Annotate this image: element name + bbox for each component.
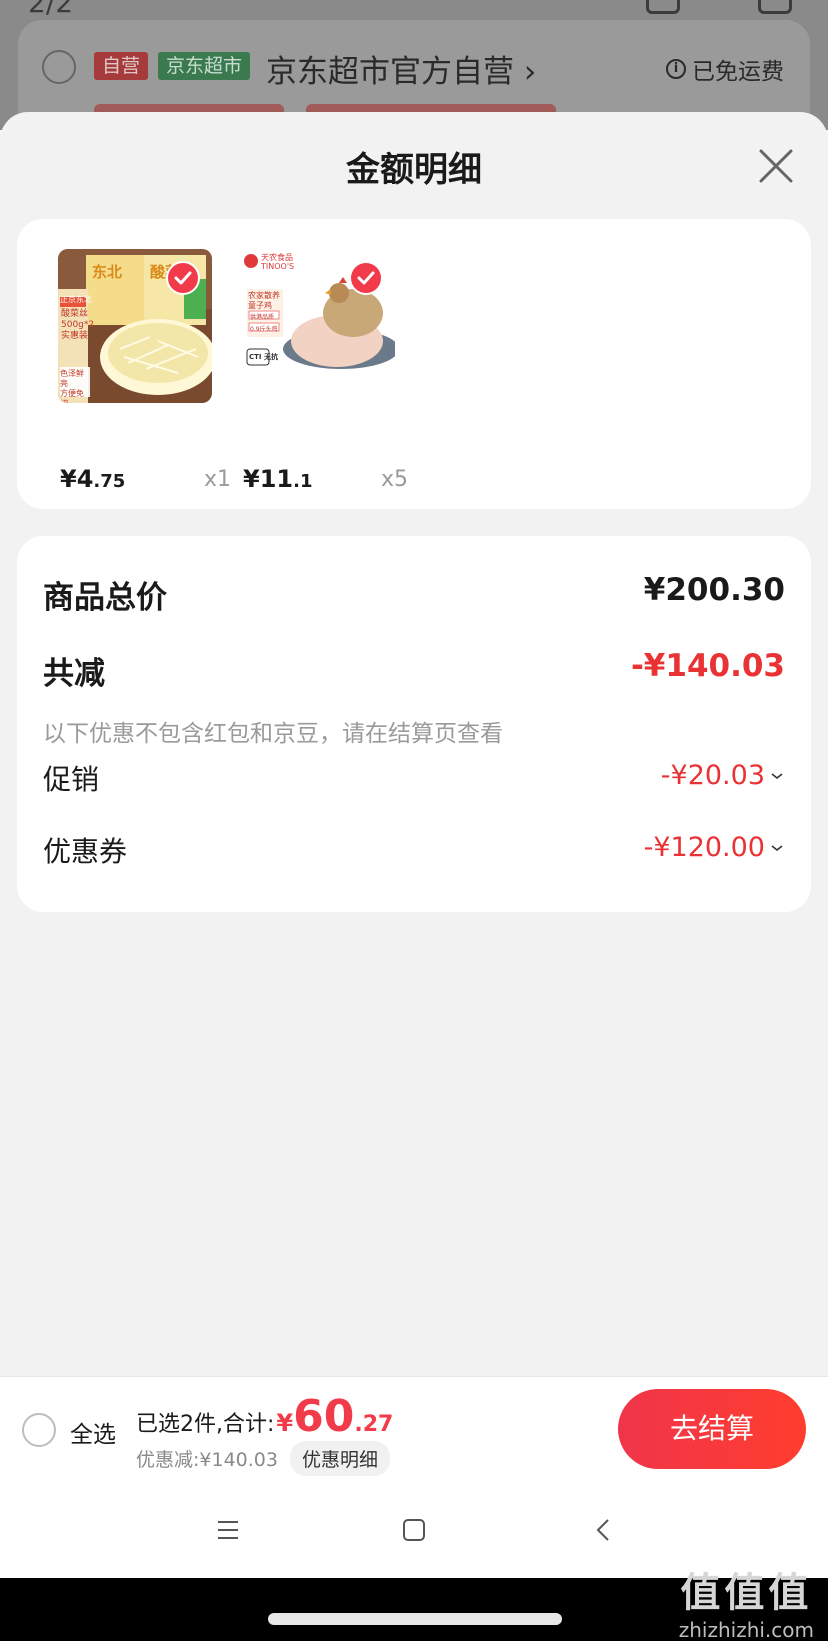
product-item[interactable]: 正京东北 酸菜丝 500g*2 实惠装 东北 酸菜 色泽鲜亮 方便免切 (58, 249, 231, 493)
close-icon[interactable] (758, 148, 794, 184)
selected-count-text: 已选2件,合计: (136, 1412, 275, 1437)
checkout-button[interactable]: 去结算 (618, 1389, 806, 1469)
select-all-radio[interactable] (22, 1413, 56, 1447)
store-tag: 京东超市 (158, 52, 251, 80)
sheet-title: 金额明细 (346, 150, 482, 190)
checkout-bar: 全选 已选2件,合计: ¥ 60 .27 优惠减:¥140.03 优惠明细 去结… (0, 1376, 828, 1482)
chevron-down-icon (771, 844, 783, 851)
shipping-status: i 已免运费 (666, 52, 784, 86)
product-image-sauerkraut: 正京东北 酸菜丝 500g*2 实惠装 东北 酸菜 色泽鲜亮 方便免切 (58, 249, 212, 403)
price-summary-card: 商品总价 ¥200.30 共减 -¥140.03 以下优惠不包含红包和京豆，请在… (17, 536, 811, 912)
info-icon: i (666, 59, 686, 79)
check-icon[interactable] (166, 261, 200, 295)
store-select-radio (42, 50, 76, 84)
product-price: ¥4.75 (60, 465, 126, 493)
product-quantity: x1 (204, 467, 232, 492)
discount-amount: 优惠减:¥140.03 (136, 1449, 278, 1471)
coupon-value: -¥120.00 (643, 832, 765, 863)
total-integer: 60 (293, 1391, 355, 1442)
total-decimal: .27 (354, 1412, 394, 1437)
select-all-label[interactable]: 全选 (70, 1415, 116, 1449)
total-reduction-value: -¥140.03 (630, 648, 785, 684)
store-name: 京东超市官方自营 › (266, 54, 537, 90)
image-label: 酸菜丝 500g*2 实惠装 (61, 309, 95, 341)
selected-total: 已选2件,合计: ¥ 60 .27 (136, 1391, 393, 1442)
product-quantity: x5 (381, 467, 409, 492)
coupon-row[interactable]: -¥120.00 (644, 832, 783, 863)
home-icon[interactable] (394, 1512, 434, 1548)
promotion-label: 促销 (43, 763, 100, 796)
products-card: 正京东北 酸菜丝 500g*2 实惠装 东北 酸菜 色泽鲜亮 方便免切 (17, 219, 811, 509)
total-reduction-label: 共减 (43, 656, 105, 692)
save-icon (646, 0, 680, 14)
coupon-label: 优惠券 (43, 835, 128, 868)
discount-line: 优惠减:¥140.03 优惠明细 (136, 1441, 390, 1476)
back-icon[interactable] (584, 1512, 624, 1548)
image-label: 农家散养 童子鸡 (248, 291, 280, 310)
promotion-value: -¥20.03 (660, 760, 765, 791)
image-label: 供港品质 0.9斤头鸡 (250, 314, 278, 333)
shipping-text: 已免运费 (692, 59, 784, 85)
total-price-label: 商品总价 (43, 580, 167, 616)
product-image-chicken: 天农食品 TINOO'S 农家散养 童子鸡 供港品质 0.9斤头鸡 CTI 无抗 (241, 249, 395, 403)
image-label: 色泽鲜亮 方便免切 (60, 369, 84, 403)
discount-detail-button[interactable]: 优惠明细 (289, 1441, 390, 1476)
watermark: 值值值 zhizhizhi.com (679, 1560, 814, 1641)
image-label: 正京东北 (60, 295, 92, 304)
watermark-url: zhizhizhi.com (678, 1618, 814, 1641)
image-label: 天农食品 TINOO'S (261, 253, 295, 271)
promotion-row[interactable]: -¥20.03 (661, 760, 783, 791)
menu-icon[interactable] (208, 1512, 248, 1548)
discount-note: 以下优惠不包含红包和京豆，请在结算页查看 (43, 721, 503, 747)
share-icon (758, 0, 792, 14)
page-indicator: 2/2 (28, 0, 74, 19)
chevron-down-icon (771, 772, 783, 779)
image-label: CTI 无抗 (249, 353, 278, 361)
product-price: ¥11.1 (243, 465, 313, 493)
self-operated-tag: 自营 (94, 52, 149, 80)
home-indicator[interactable] (268, 1613, 562, 1625)
currency-symbol: ¥ (276, 1409, 294, 1437)
check-icon[interactable] (349, 261, 383, 295)
image-label: 东北 (92, 263, 123, 281)
background-cart: 2/2 自营 京东超市 京东超市官方自营 › i 已免运费 (0, 0, 828, 160)
product-item[interactable]: 天农食品 TINOO'S 农家散养 童子鸡 供港品质 0.9斤头鸡 CTI 无抗 (241, 249, 408, 493)
watermark-logo: 值值值 (680, 1570, 813, 1616)
total-price-value: ¥200.30 (643, 572, 785, 608)
